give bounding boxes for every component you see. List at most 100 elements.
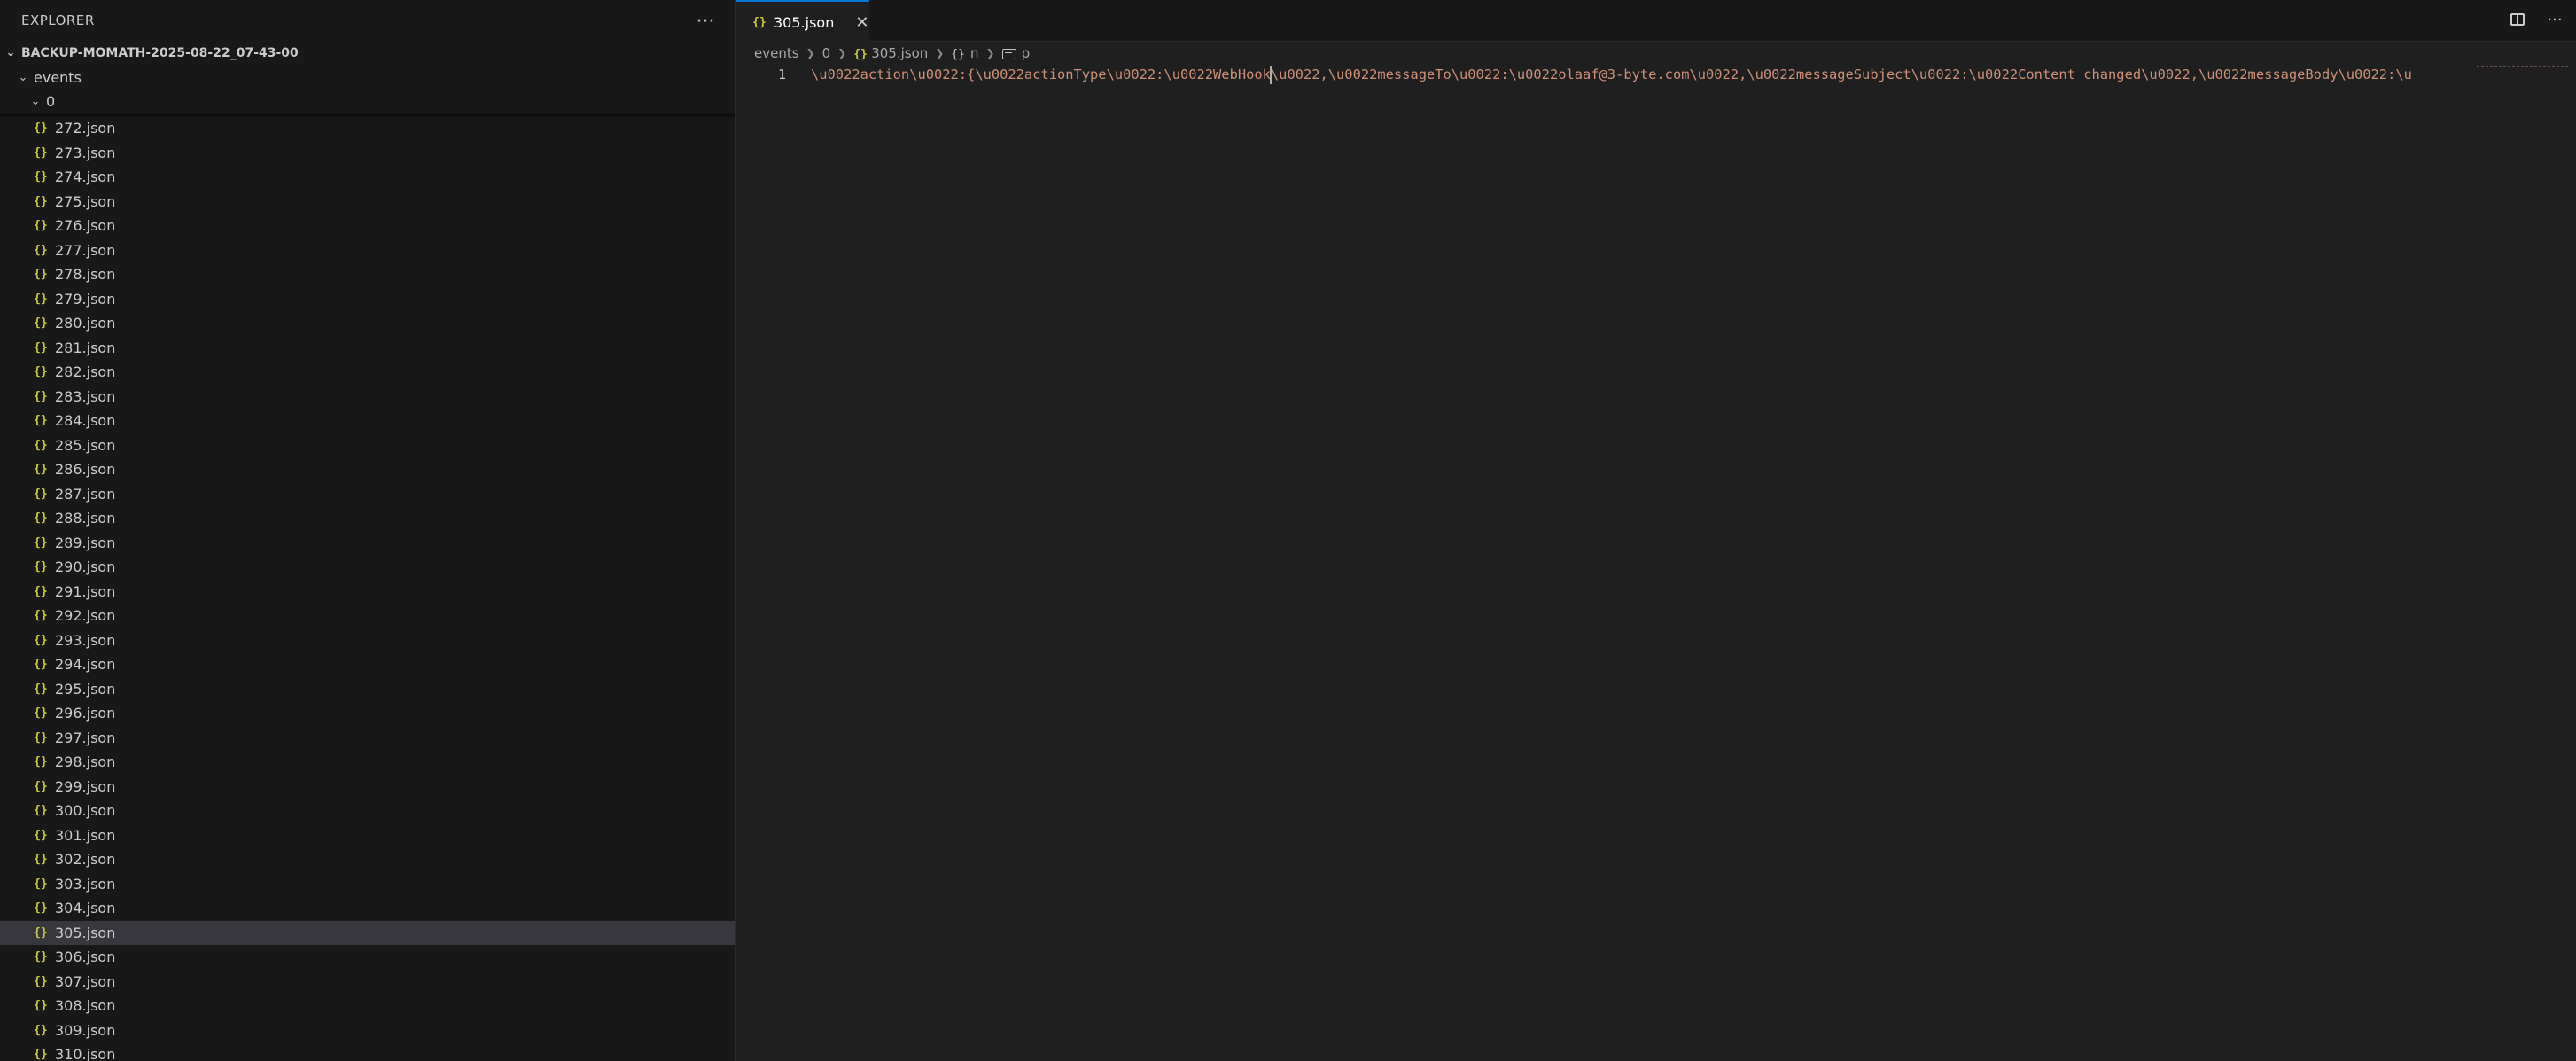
file-item[interactable]: {} 272.json (0, 116, 735, 141)
json-braces-icon: {} (34, 682, 48, 696)
file-item[interactable]: {} 300.json (0, 799, 735, 823)
file-item[interactable]: {} 301.json (0, 823, 735, 848)
file-name: 274.json (55, 168, 116, 186)
file-item[interactable]: {} 298.json (0, 750, 735, 775)
file-list: {} 272.json {} 273.json {} 274.json {} 275.json… (0, 116, 735, 1061)
explorer-sidebar: EXPLORER ··· ⌄ BACKUP-MOMATH-2025-08-22_… (0, 0, 736, 1061)
file-item[interactable]: {} 296.json (0, 701, 735, 726)
json-braces-icon: {} (34, 535, 48, 550)
root-folder-label: BACKUP-MOMATH-2025-08-22_07-43-00 (21, 45, 299, 60)
file-name: 275.json (55, 192, 116, 210)
vscode-window: EXPLORER ··· ⌄ BACKUP-MOMATH-2025-08-22_… (0, 0, 2576, 1061)
editor-more-button[interactable]: ··· (2544, 9, 2565, 30)
file-item[interactable]: {} 297.json (0, 726, 735, 751)
file-item[interactable]: {} 309.json (0, 1018, 735, 1043)
tab-305-json[interactable]: {} 305.json ✕ (736, 0, 869, 43)
json-braces-icon: {} (34, 925, 48, 940)
file-item[interactable]: {} 306.json (0, 945, 735, 970)
file-name: 278.json (55, 266, 116, 284)
file-item[interactable]: {} 277.json (0, 238, 735, 263)
folder-events-label: events (34, 69, 82, 87)
code-editor[interactable]: 1 \u0022action\u0022:{\u0022actionType\u… (736, 64, 2470, 1061)
file-name: 297.json (55, 729, 116, 746)
breadcrumb-string-label: p (1021, 45, 1031, 61)
code-line[interactable]: \u0022action\u0022:{\u0022actionType\u00… (811, 64, 2468, 85)
code-text-before-cursor: \u0022action\u0022:{\u0022actionType\u00… (811, 66, 1271, 82)
file-item[interactable]: {} 281.json (0, 336, 735, 361)
json-braces-icon: {} (34, 438, 48, 452)
file-name: 308.json (55, 997, 116, 1015)
json-braces-icon: {} (34, 706, 48, 721)
breadcrumb-folder[interactable]: 0 (822, 45, 831, 61)
file-item[interactable]: {} 279.json (0, 287, 735, 312)
file-item[interactable]: {} 292.json (0, 604, 735, 628)
file-item[interactable]: {} 290.json (0, 555, 735, 580)
json-braces-icon: {} (34, 633, 48, 647)
file-item[interactable]: {} 299.json (0, 775, 735, 800)
tab-label: 305.json (774, 13, 835, 31)
split-editor-button[interactable] (2507, 9, 2528, 30)
folder-0[interactable]: ⌄ 0 (0, 90, 735, 114)
file-item[interactable]: {} 294.json (0, 652, 735, 677)
explorer-header: EXPLORER ··· (0, 0, 735, 43)
chevron-right-icon: ❯ (805, 47, 815, 59)
folder-events[interactable]: ⌄ events (0, 66, 735, 90)
file-item[interactable]: {} 274.json (0, 165, 735, 190)
file-item[interactable]: {} 302.json (0, 847, 735, 872)
file-item[interactable]: {} 276.json (0, 214, 735, 238)
file-name: 292.json (55, 607, 116, 625)
folder-0-label: 0 (46, 93, 56, 111)
json-braces-icon: {} (34, 828, 48, 842)
file-item[interactable]: {} 288.json (0, 506, 735, 531)
file-item[interactable]: {} 282.json (0, 360, 735, 385)
json-braces-icon: {} (34, 779, 48, 793)
file-item[interactable]: {} 285.json (0, 433, 735, 458)
json-braces-icon: {} (34, 292, 48, 306)
json-braces-icon: {} (34, 243, 48, 257)
json-braces-icon: {} (34, 901, 48, 916)
file-name: 294.json (55, 656, 116, 674)
more-actions-icon[interactable]: ··· (689, 7, 721, 35)
file-item[interactable]: {} 293.json (0, 628, 735, 653)
breadcrumb: events ❯ 0 ❯ {} 305.json ❯ {} n ❯ p (754, 43, 1030, 64)
file-item[interactable]: {} 308.json (0, 994, 735, 1018)
file-name: 283.json (55, 387, 116, 405)
json-braces-icon: {} (34, 730, 48, 745)
line-number: 1 (777, 66, 786, 82)
breadcrumb-file[interactable]: {} 305.json (853, 45, 928, 61)
file-name: 304.json (55, 900, 116, 917)
file-name: 302.json (55, 851, 116, 869)
json-braces-icon: {} (853, 48, 868, 61)
file-item[interactable]: {} 291.json (0, 580, 735, 605)
breadcrumb-file-label: 305.json (871, 45, 929, 61)
file-item[interactable]: {} 304.json (0, 896, 735, 921)
file-item[interactable]: {} 286.json (0, 457, 735, 482)
file-name: 281.json (55, 339, 116, 356)
file-item[interactable]: {} 273.json (0, 141, 735, 166)
file-name: 303.json (55, 875, 116, 893)
breadcrumb-string[interactable]: p (1001, 45, 1031, 61)
chevron-right-icon: ❯ (935, 47, 945, 59)
file-item[interactable]: {} 289.json (0, 531, 735, 556)
file-item[interactable]: {} 280.json (0, 311, 735, 336)
file-name: 279.json (55, 290, 116, 308)
file-item[interactable]: {} 284.json (0, 409, 735, 433)
json-braces-icon: {} (34, 950, 48, 964)
file-item[interactable]: {} 283.json (0, 385, 735, 410)
file-name: 307.json (55, 972, 116, 990)
file-item[interactable]: {} 310.json (0, 1042, 735, 1061)
file-item[interactable]: {} 303.json (0, 872, 735, 897)
file-item[interactable]: {} 305.json (0, 920, 735, 945)
file-item[interactable]: {} 275.json (0, 190, 735, 215)
root-folder[interactable]: ⌄ BACKUP-MOMATH-2025-08-22_07-43-00 (0, 41, 735, 66)
file-item[interactable]: {} 278.json (0, 262, 735, 287)
breadcrumb-object[interactable]: {} n (951, 45, 978, 61)
file-item[interactable]: {} 295.json (0, 677, 735, 702)
file-item[interactable]: {} 287.json (0, 482, 735, 507)
close-icon[interactable]: ✕ (855, 13, 868, 32)
file-name: 273.json (55, 144, 116, 161)
minimap[interactable] (2471, 64, 2576, 1061)
file-name: 288.json (55, 510, 116, 527)
file-item[interactable]: {} 307.json (0, 970, 735, 995)
breadcrumb-events[interactable]: events (754, 45, 799, 61)
